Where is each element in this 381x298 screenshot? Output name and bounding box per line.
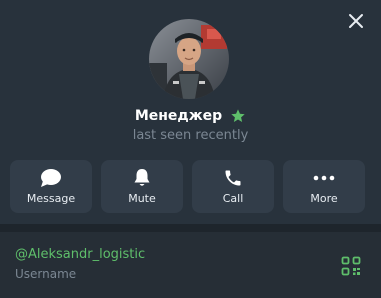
message-label: Message bbox=[26, 192, 76, 205]
message-button[interactable]: Message bbox=[10, 160, 92, 213]
more-button[interactable]: More bbox=[283, 160, 365, 213]
username-link[interactable]: @Aleksandr_logistic bbox=[15, 247, 145, 262]
close-button[interactable] bbox=[344, 9, 368, 33]
star-icon bbox=[231, 109, 245, 122]
mute-label: Mute bbox=[128, 192, 156, 205]
call-button[interactable]: Call bbox=[192, 160, 274, 213]
last-seen-status: last seen recently bbox=[132, 128, 249, 143]
action-buttons: Message Mute Call More bbox=[10, 160, 365, 213]
more-label: More bbox=[310, 192, 338, 205]
profile-name: Менеджер bbox=[134, 108, 223, 124]
more-icon bbox=[312, 168, 336, 188]
mute-button[interactable]: Mute bbox=[101, 160, 183, 213]
name-row: Менеджер bbox=[0, 104, 381, 128]
qr-code-icon bbox=[341, 256, 361, 276]
avatar-photo bbox=[149, 19, 229, 99]
username-caption: Username bbox=[15, 267, 77, 281]
message-icon bbox=[39, 168, 63, 188]
section-divider bbox=[0, 224, 381, 232]
username-section: @Aleksandr_logistic Username bbox=[0, 232, 381, 298]
avatar[interactable] bbox=[149, 19, 229, 99]
qr-code-button[interactable] bbox=[341, 256, 361, 276]
close-icon bbox=[349, 14, 363, 28]
bell-icon bbox=[130, 168, 154, 188]
call-label: Call bbox=[222, 192, 244, 205]
profile-header: Менеджер last seen recently Message Mute… bbox=[0, 0, 381, 224]
phone-icon bbox=[221, 168, 245, 188]
